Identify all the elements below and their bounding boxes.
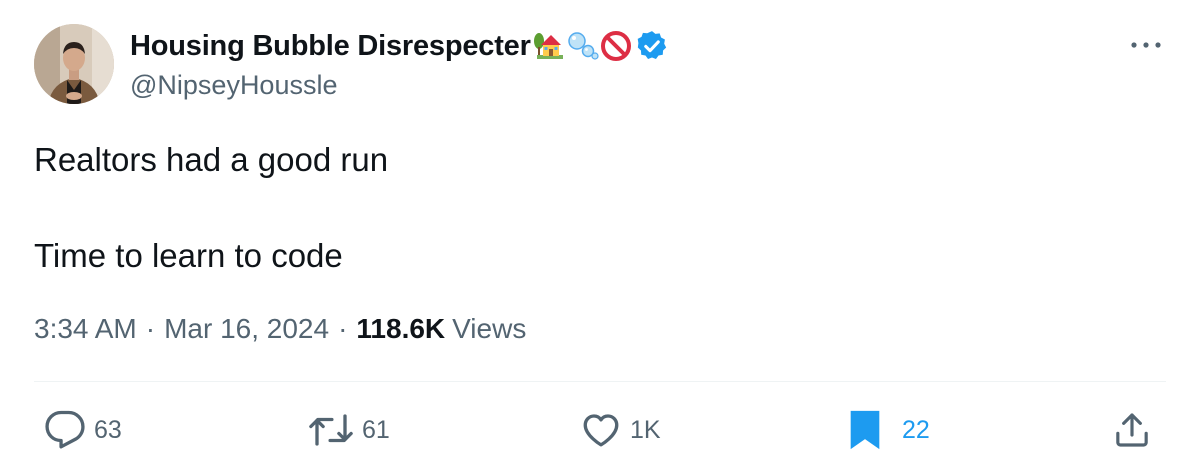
tweet-meta: 3:34 AM · Mar 16, 2024 · 118.6K Views (34, 307, 526, 351)
like-button[interactable]: 1K (580, 408, 661, 452)
meta-separator: · (338, 313, 348, 344)
bubbles-icon (565, 29, 599, 63)
reply-icon (45, 410, 85, 449)
tweet-time[interactable]: 3:34 AM (34, 313, 137, 345)
house-with-garden-icon (531, 29, 565, 63)
display-name-row: Housing Bubble Disrespecter (130, 26, 669, 66)
like-count: 1K (630, 415, 661, 444)
retweet-button[interactable]: 61 (308, 408, 390, 452)
meta-separator: · (145, 313, 156, 344)
tweet-text: Realtors had a good run Time to learn to… (34, 141, 389, 274)
share-button[interactable] (1112, 408, 1152, 452)
share-icon (1116, 413, 1148, 447)
author-handle[interactable]: @NipseyHoussle (130, 70, 337, 101)
tweet-date[interactable]: Mar 16, 2024 (164, 313, 329, 345)
bookmark-filled-icon (850, 410, 880, 450)
tweet-card: Housing Bubble Disrespecter @NipseyHouss… (0, 0, 1194, 468)
views-count[interactable]: 118.6K (356, 313, 445, 345)
prohibited-icon (599, 29, 633, 63)
reply-count: 63 (94, 415, 122, 444)
bookmark-button[interactable]: 22 (848, 408, 930, 452)
verified-badge-icon[interactable] (635, 29, 669, 63)
heart-icon (583, 414, 619, 447)
reply-button[interactable]: 63 (44, 408, 122, 452)
more-options-icon[interactable] (1128, 30, 1164, 60)
views-label[interactable]: Views (452, 313, 526, 345)
retweet-count: 61 (362, 415, 390, 444)
divider (34, 381, 1166, 382)
avatar[interactable] (34, 24, 114, 104)
bookmark-count: 22 (902, 415, 930, 444)
display-name[interactable]: Housing Bubble Disrespecter (130, 30, 531, 63)
retweet-icon (309, 414, 353, 446)
